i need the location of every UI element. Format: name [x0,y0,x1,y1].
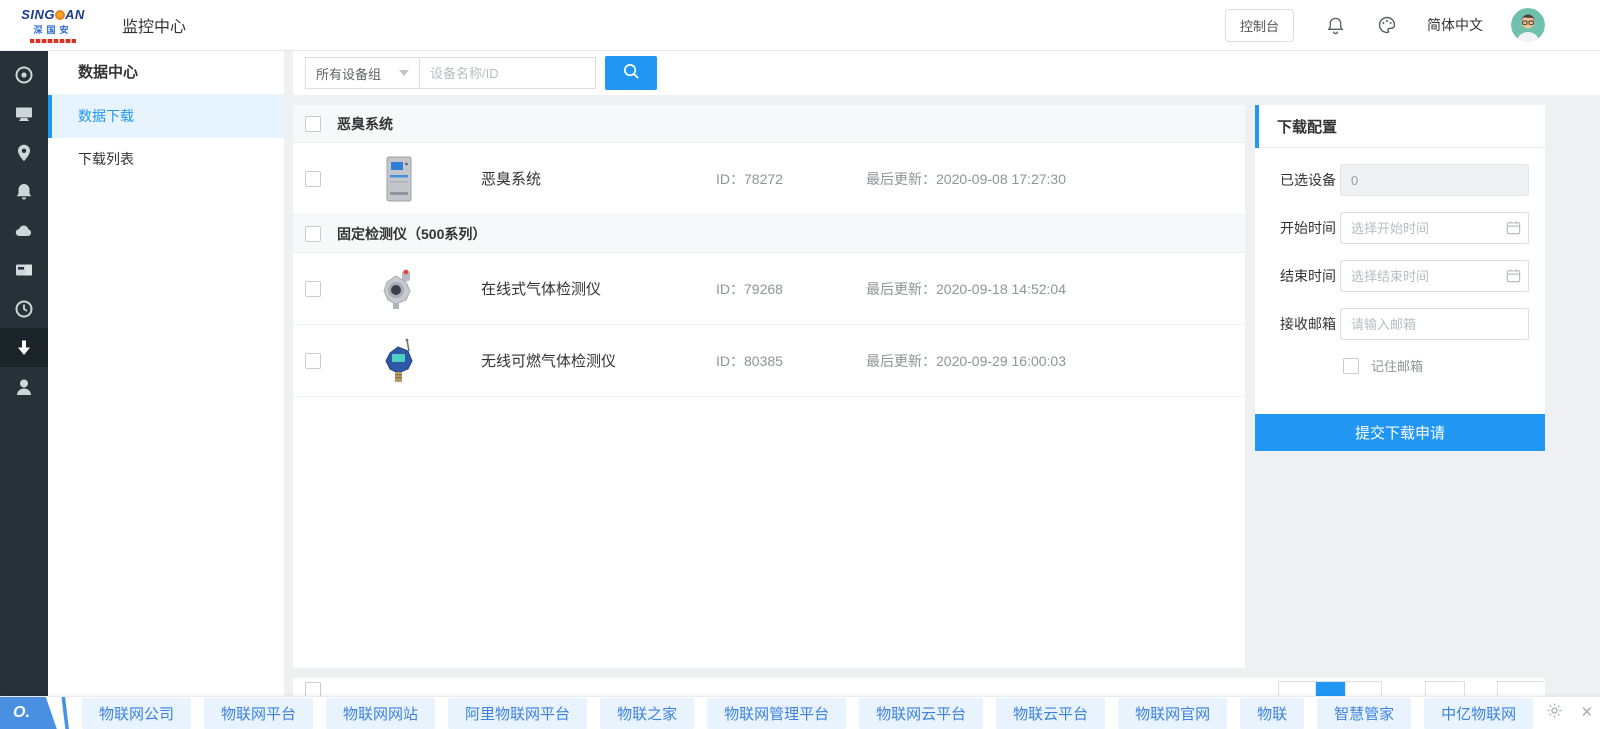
sidebar-section-title: 数据中心 [48,51,284,95]
selected-devices-label: 已选设备 [1280,170,1340,190]
device-id: ID：80385 [716,351,866,371]
target-icon[interactable] [0,55,48,94]
logo-tagline [30,39,76,43]
device-list: 恶臭系统恶臭系统ID：78272最后更新：2020-09-08 17:27:30… [293,105,1245,668]
start-time-label: 开始时间 [1280,218,1340,238]
chevron-down-icon [399,70,409,76]
download-config-panel: 下载配置 已选设备 开始时间 结束时间 [1255,105,1545,451]
odor-cabinet-image [377,156,421,202]
device-row: 在线式气体检测仪ID：79268最后更新：2020-09-18 14:52:04 [293,253,1245,325]
close-icon[interactable]: × [1581,705,1592,721]
device-checkbox[interactable] [305,353,321,369]
device-id: ID：78272 [716,169,866,189]
device-name: 在线式气体检测仪 [481,278,716,299]
footer-link[interactable]: 物联网官网 [1118,698,1227,729]
device-checkbox[interactable] [305,171,321,187]
user-icon[interactable] [0,367,48,406]
config-panel-title: 下载配置 [1277,116,1337,137]
location-icon[interactable] [0,133,48,172]
submit-download-button[interactable]: 提交下载申请 [1255,414,1545,451]
footer-link[interactable]: 物联网平台 [204,698,313,729]
settings-gear-icon[interactable] [1546,702,1563,724]
end-time-field[interactable] [1340,260,1529,292]
search-input[interactable] [419,57,596,89]
device-updated: 最后更新：2020-09-18 14:52:04 [866,279,1066,299]
group-checkbox[interactable] [305,226,321,242]
selected-devices-field [1340,164,1529,196]
footer-links: 物联网公司物联网平台物联网网站阿里物联网平台物联之家物联网管理平台物联网云平台物… [82,698,1546,729]
footer-link[interactable]: 阿里物联网平台 [448,698,587,729]
brand-logo-cn: 深国安 [33,23,72,36]
device-group-select-value: 所有设备组 [316,64,381,83]
remember-email-checkbox[interactable] [1343,358,1359,374]
page-size-box[interactable] [1425,681,1465,696]
device-name: 恶臭系统 [481,168,716,189]
bottom-section [293,678,1545,696]
footer-link[interactable]: 物联之家 [600,698,694,729]
footer-logo: O. [0,697,70,729]
top-header: SINGAN 深国安 监控中心 控制台 简体中文 [0,0,1600,51]
footer-link[interactable]: 物联 [1240,698,1304,729]
sidebar-item-data-download[interactable]: 数据下载 [48,95,284,138]
footer-logo-text: O. [0,704,30,722]
language-selector[interactable]: 简体中文 [1427,15,1483,35]
brand-logo: SINGAN [21,8,85,21]
end-time-label: 结束时间 [1280,266,1340,286]
device-updated: 最后更新：2020-09-29 16:00:03 [866,351,1066,371]
email-field[interactable] [1340,308,1529,340]
gas-detector-image [377,269,421,309]
clock-icon[interactable] [0,289,48,328]
device-row: 无线可燃气体检测仪ID：80385最后更新：2020-09-29 16:00:0… [293,325,1245,397]
group-header: 恶臭系统 [293,105,1245,143]
bell-icon[interactable] [0,172,48,211]
device-id: ID：79268 [716,279,866,299]
pagination[interactable] [1278,681,1382,696]
device-checkbox[interactable] [305,281,321,297]
sidebar-item-download-list[interactable]: 下载列表 [48,138,284,181]
rail [0,51,48,696]
monitor-icon[interactable] [0,94,48,133]
search-button[interactable] [605,56,657,90]
device-row: 恶臭系统ID：78272最后更新：2020-09-08 17:27:30 [293,143,1245,215]
remember-email-label: 记住邮箱 [1371,356,1423,375]
footer-link[interactable]: 物联网管理平台 [707,698,846,729]
device-updated: 最后更新：2020-09-08 17:27:30 [866,169,1066,189]
calendar-icon[interactable] [1506,268,1521,288]
footer-bar: O. 物联网公司物联网平台物联网网站阿里物联网平台物联之家物联网管理平台物联网云… [0,696,1600,729]
calendar-icon[interactable] [1506,220,1521,240]
notification-bell-icon[interactable] [1326,16,1345,35]
group-header: 固定检测仪（500系列） [293,215,1245,253]
sun-icon [55,10,65,20]
cloud-icon[interactable] [0,211,48,250]
download-icon[interactable] [0,328,48,367]
search-bar: 所有设备组 [293,51,1600,95]
console-button[interactable]: 控制台 [1225,9,1294,42]
app-logo: SINGAN 深国安 [18,8,88,43]
footer-link[interactable]: 物联云平台 [996,698,1105,729]
group-name: 固定检测仪（500系列） [337,224,486,244]
device-group-select[interactable]: 所有设备组 [305,57,420,89]
footer-link[interactable]: 物联网公司 [82,698,191,729]
panel-accent-bar [1255,105,1259,148]
page-title: 监控中心 [122,13,186,37]
footer-link[interactable]: 物联网网站 [326,698,435,729]
theme-palette-icon[interactable] [1377,15,1397,35]
checkbox[interactable] [305,682,321,696]
footer-link[interactable]: 物联网云平台 [859,698,983,729]
group-checkbox[interactable] [305,116,321,132]
start-time-field[interactable] [1340,212,1529,244]
footer-link[interactable]: 中亿物联网 [1424,698,1533,729]
wireless-detector-image [377,338,421,384]
pagination-active-page[interactable] [1316,682,1345,696]
user-avatar[interactable] [1511,8,1545,42]
footer-link[interactable]: 智慧管家 [1317,698,1411,729]
page-jump-box[interactable] [1497,681,1545,696]
search-icon [622,62,641,84]
group-name: 恶臭系统 [337,114,393,134]
sidebar: 数据中心 数据下载 下载列表 [48,51,284,696]
device-name: 无线可燃气体检测仪 [481,350,716,371]
email-label: 接收邮箱 [1280,314,1340,334]
card-icon[interactable] [0,250,48,289]
